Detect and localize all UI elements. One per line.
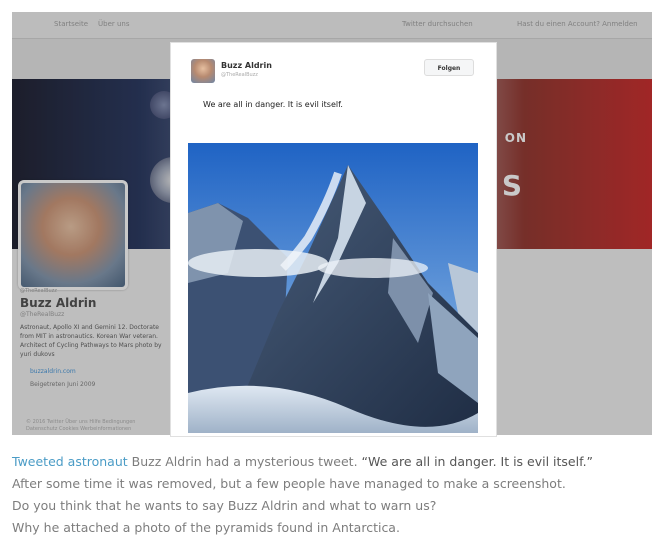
follow-button[interactable]: Folgen bbox=[424, 59, 474, 76]
caption-text: Buzz Aldrin had a mysterious tweet. bbox=[127, 454, 362, 469]
caption-line-1: Tweeted astronaut Buzz Aldrin had a myst… bbox=[12, 451, 593, 473]
tweet-quote: “We are all in danger. It is evil itself… bbox=[361, 454, 594, 469]
tweet-author-avatar[interactable] bbox=[191, 59, 215, 83]
mountain-photo-image bbox=[188, 143, 478, 433]
tweet-author-name[interactable]: Buzz Aldrin bbox=[221, 61, 272, 70]
caption-line-4: Why he attached a photo of the pyramids … bbox=[12, 520, 400, 535]
tweeted-astronaut-link[interactable]: Tweeted astronaut bbox=[12, 454, 128, 469]
caption-line-3: Do you think that he wants to say Buzz A… bbox=[12, 498, 437, 513]
tweet-text: We are all in danger. It is evil itself. bbox=[203, 100, 343, 109]
caption-line-2: After some time it was removed, but a fe… bbox=[12, 476, 566, 491]
tweet-modal: Buzz Aldrin @TheRealBuzz Folgen We are a… bbox=[170, 42, 497, 437]
tweet-photo[interactable] bbox=[188, 143, 478, 433]
tweet-author-handle: @TheRealBuzz bbox=[221, 72, 258, 78]
article-caption: Tweeted astronaut Buzz Aldrin had a myst… bbox=[12, 451, 593, 539]
